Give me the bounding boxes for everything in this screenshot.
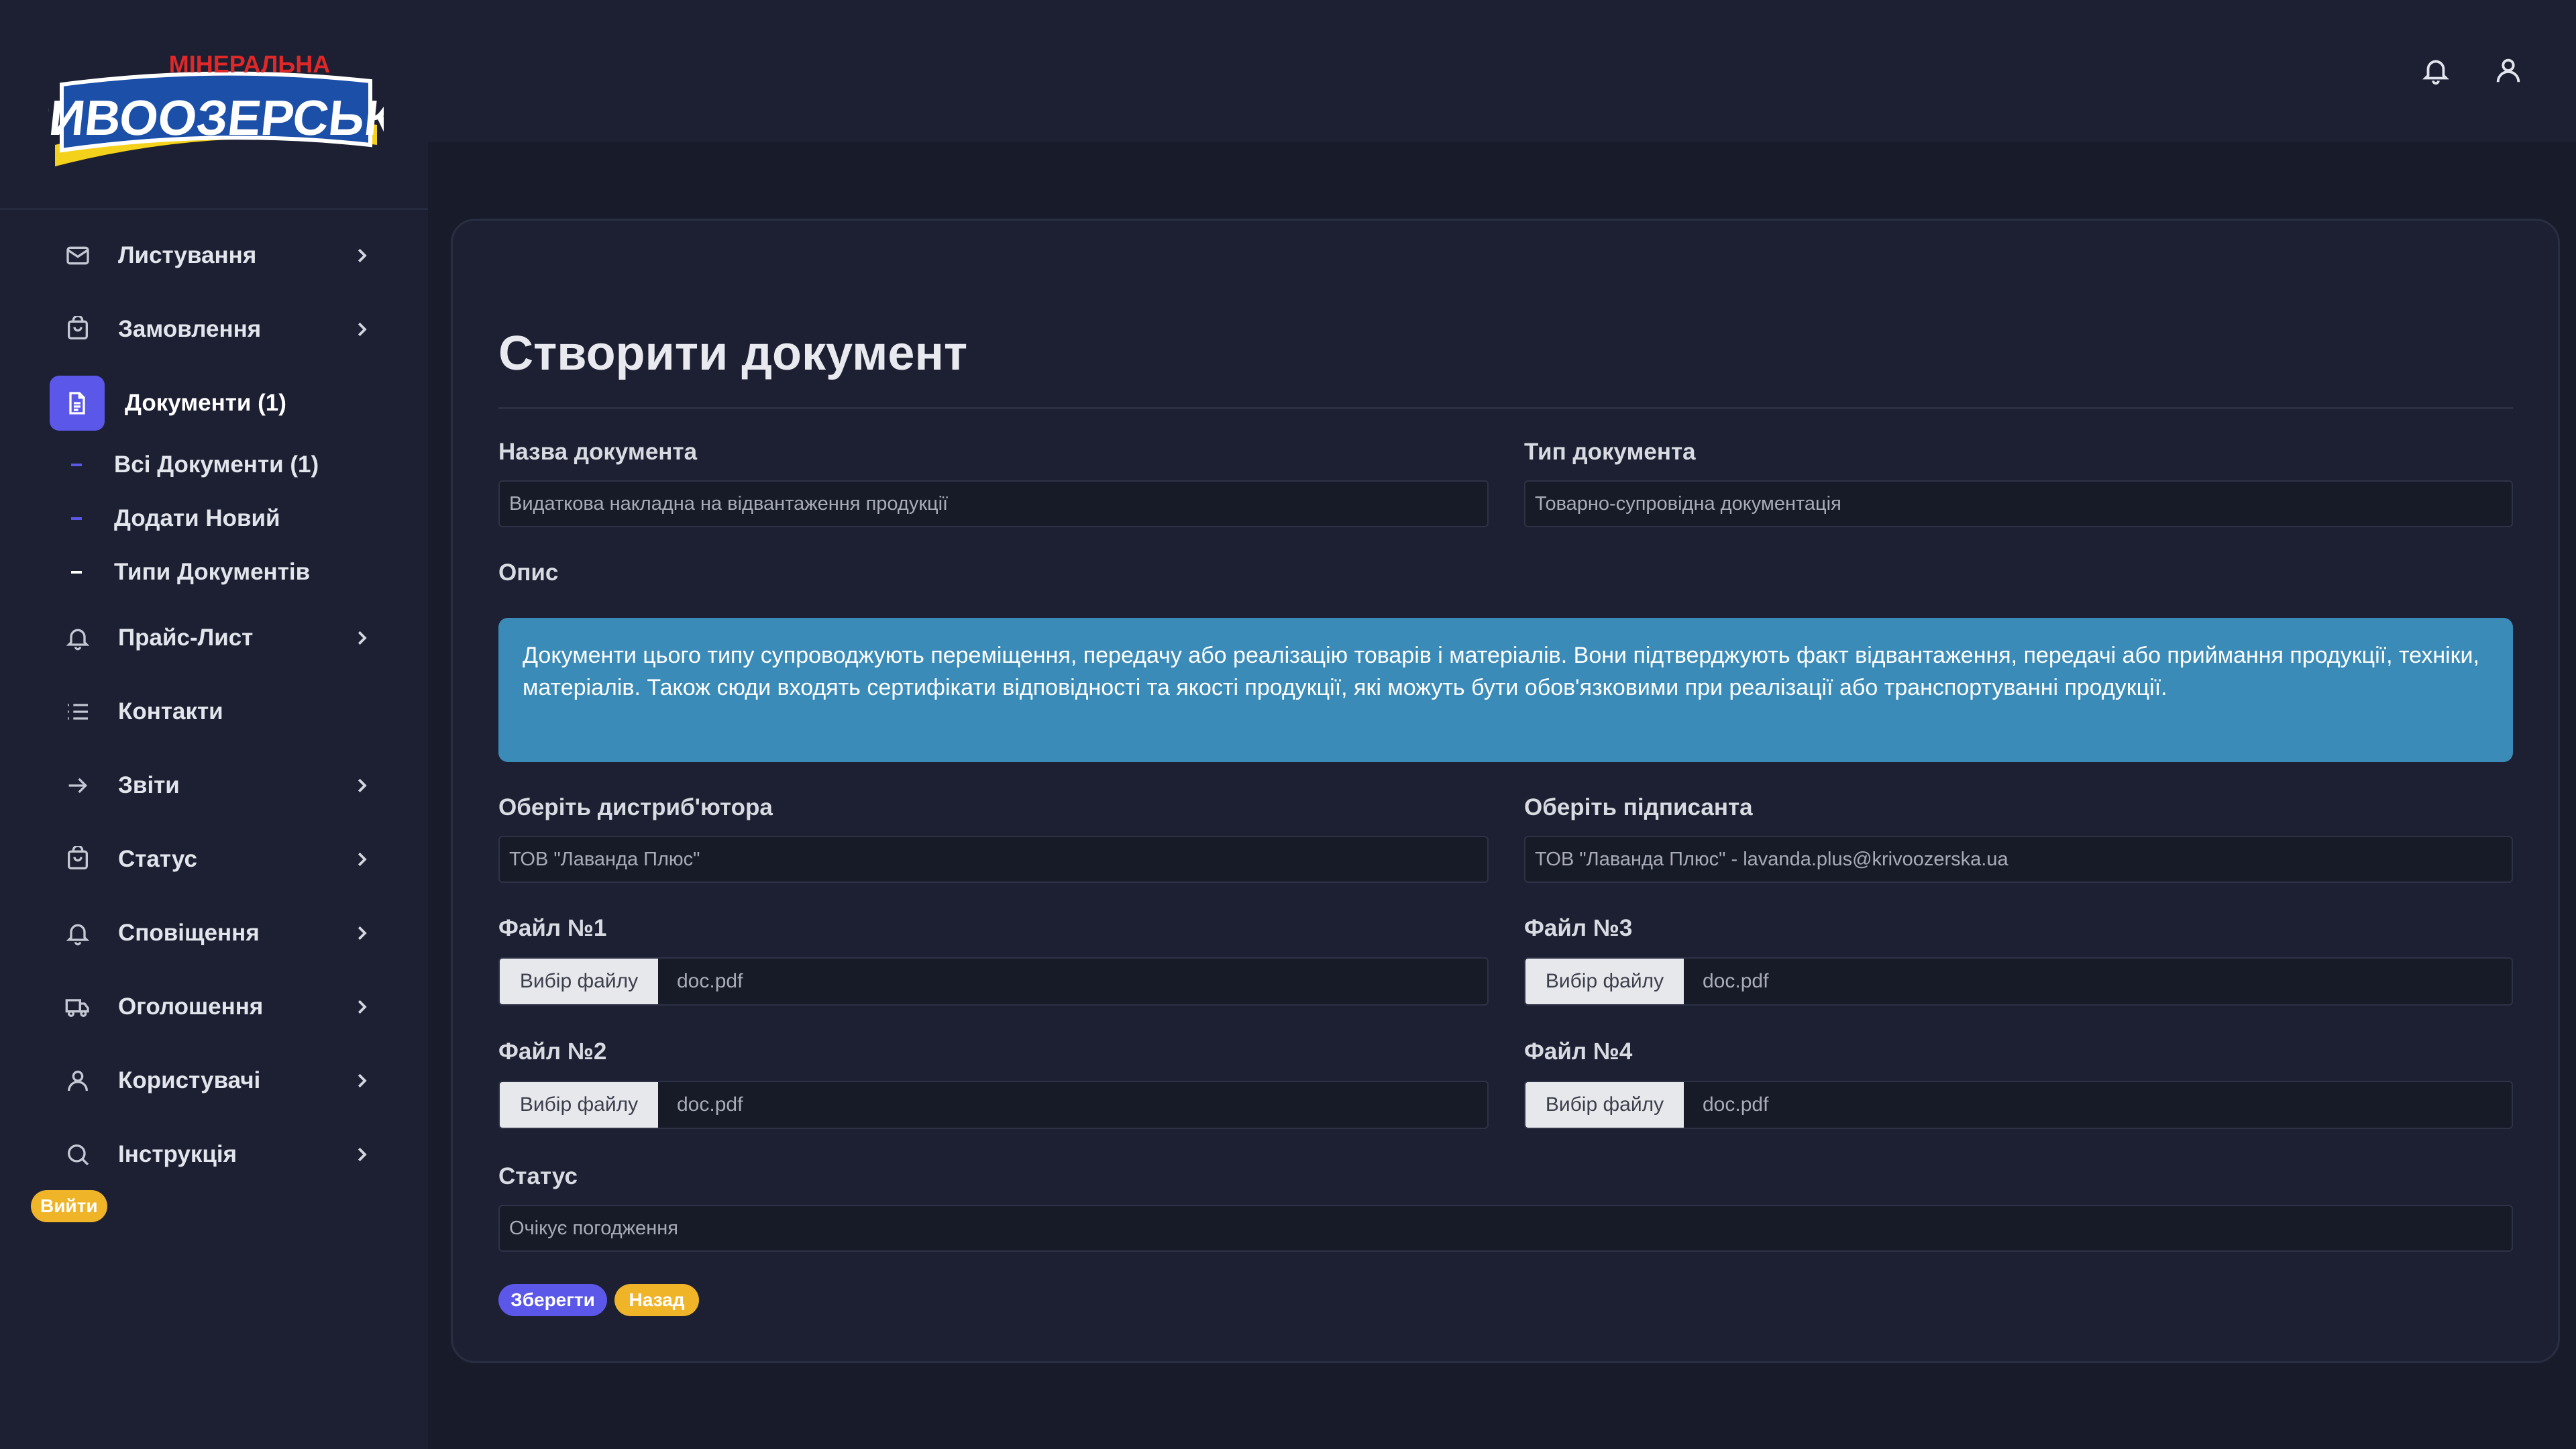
sidebar-item-label: Листування (118, 242, 257, 268)
sidebar-item-label: Контакти (118, 698, 223, 724)
file-3-input[interactable]: Вибір файлу doc.pdf (1524, 957, 2513, 1006)
chevron-right-icon (352, 775, 372, 796)
sidebar-item-label: Користувачі (118, 1067, 261, 1093)
bullet-dash (71, 464, 82, 466)
file-name: doc.pdf (1703, 970, 1769, 992)
sidebar-subitem-all-documents[interactable]: Всі Документи (1) (0, 441, 428, 488)
logo-main-text: КРИВООЗЕРСЬКА (48, 90, 384, 146)
file-name: doc.pdf (1703, 1093, 1769, 1116)
truck-icon (63, 992, 93, 1022)
cart-icon (63, 315, 93, 344)
page-title: Створити документ (498, 327, 968, 380)
sidebar-item-users[interactable]: Користувачі (0, 1051, 428, 1111)
choose-file-button[interactable]: Вибір файлу (1525, 959, 1684, 1004)
file-1-input[interactable]: Вибір файлу doc.pdf (498, 957, 1489, 1006)
signer-label: Оберіть підписанта (1524, 794, 1753, 820)
file-3-label: Файл №3 (1524, 915, 1633, 941)
list-icon (63, 697, 93, 727)
logo-top-text: МІНЕРАЛЬНА (169, 50, 330, 78)
sidebar-item-correspondence[interactable]: Листування (0, 225, 428, 286)
sidebar-subitem-label: Типи Документів (114, 559, 311, 585)
divider (498, 407, 2513, 409)
choose-file-button[interactable]: Вибір файлу (500, 959, 658, 1004)
bullet-dash (71, 571, 82, 574)
sidebar-item-announcements[interactable]: Оголошення (0, 977, 428, 1037)
sidebar-item-documents[interactable]: Документи (1) (0, 373, 428, 433)
status-select[interactable]: Очікує погодження (498, 1205, 2513, 1252)
sidebar-item-notifications[interactable]: Сповіщення (0, 903, 428, 963)
sidebar-item-contacts[interactable]: Контакти (0, 682, 428, 742)
distributor-select[interactable]: ТОВ "Лаванда Плюс" (498, 836, 1489, 883)
cart-icon (63, 845, 93, 874)
logout-button[interactable]: Вийти (31, 1190, 107, 1222)
choose-file-button[interactable]: Вибір файлу (500, 1082, 658, 1128)
sidebar-item-orders[interactable]: Замовлення (0, 299, 428, 360)
sidebar-subitem-label: Додати Новий (114, 505, 280, 531)
sidebar-item-label: Сповіщення (118, 920, 260, 946)
description-box: Документи цього типу супроводжують перем… (498, 618, 2513, 762)
file-2-input[interactable]: Вибір файлу doc.pdf (498, 1081, 1489, 1129)
mail-icon (63, 241, 93, 270)
sidebar-item-status[interactable]: Статус (0, 829, 428, 890)
signer-select[interactable]: ТОВ "Лаванда Плюс" - lavanda.plus@krivoo… (1524, 836, 2513, 883)
sidebar-item-label: Звіти (118, 772, 180, 798)
bell-icon (63, 623, 93, 653)
form-card (451, 219, 2560, 1363)
document-type-select[interactable]: Товарно-супровідна документація (1524, 480, 2513, 527)
sidebar: КРИВООЗЕРСЬКА МІНЕРАЛЬНА Листування Замо… (0, 0, 433, 1449)
sidebar-item-label: Замовлення (118, 316, 262, 342)
chevron-right-icon (352, 319, 372, 339)
sidebar-item-reports[interactable]: Звіти (0, 755, 428, 816)
brand-logo[interactable]: КРИВООЗЕРСЬКА МІНЕРАЛЬНА (0, 44, 433, 172)
sidebar-subitem-label: Всі Документи (1) (114, 451, 319, 478)
sidebar-item-label: Інструкція (118, 1141, 237, 1167)
file-4-label: Файл №4 (1524, 1038, 1633, 1065)
description-label: Опис (498, 559, 559, 586)
bell-icon[interactable] (2420, 55, 2451, 86)
file-2-label: Файл №2 (498, 1038, 607, 1065)
chevron-right-icon (352, 246, 372, 266)
chevron-right-icon (352, 923, 372, 943)
chevron-right-icon (352, 1071, 372, 1091)
logo-graphic: КРИВООЗЕРСЬКА МІНЕРАЛЬНА (0, 50, 433, 166)
file-name: doc.pdf (677, 970, 743, 992)
document-type-label: Тип документа (1524, 439, 1696, 465)
bell-icon (63, 918, 93, 948)
file-1-label: Файл №1 (498, 915, 607, 941)
chevron-right-icon (352, 1144, 372, 1165)
file-4-input[interactable]: Вибір файлу doc.pdf (1524, 1081, 2513, 1129)
sidebar-item-label: Оголошення (118, 994, 264, 1020)
save-button[interactable]: Зберегти (498, 1284, 607, 1316)
document-icon (50, 376, 105, 431)
sidebar-item-price-list[interactable]: Прайс-Лист (0, 608, 428, 668)
chevron-right-icon (352, 849, 372, 869)
chevron-right-icon (352, 997, 372, 1017)
user-icon[interactable] (2493, 55, 2524, 86)
document-name-label: Назва документа (498, 439, 698, 465)
sidebar-item-label: Документи (1) (125, 390, 286, 416)
distributor-label: Оберіть дистриб'ютора (498, 794, 773, 820)
bullet-dash (71, 517, 82, 520)
sidebar-subitem-document-types[interactable]: Типи Документів (0, 549, 428, 596)
sidebar-subitem-add-new[interactable]: Додати Новий (0, 495, 428, 542)
user-icon (63, 1066, 93, 1095)
chevron-right-icon (352, 628, 372, 648)
document-name-input[interactable]: Видаткова накладна на відвантаження прод… (498, 480, 1489, 527)
search-icon (63, 1140, 93, 1169)
sidebar-item-instructions[interactable]: Інструкція (0, 1124, 428, 1185)
status-label: Статус (498, 1163, 578, 1189)
back-button[interactable]: Назад (614, 1284, 699, 1316)
choose-file-button[interactable]: Вибір файлу (1525, 1082, 1684, 1128)
top-bar (428, 0, 2576, 142)
sidebar-divider (0, 208, 428, 210)
sidebar-item-label: Прайс-Лист (118, 625, 254, 651)
arrow-right-icon (63, 771, 93, 800)
file-name: doc.pdf (677, 1093, 743, 1116)
sidebar-item-label: Статус (118, 846, 197, 872)
